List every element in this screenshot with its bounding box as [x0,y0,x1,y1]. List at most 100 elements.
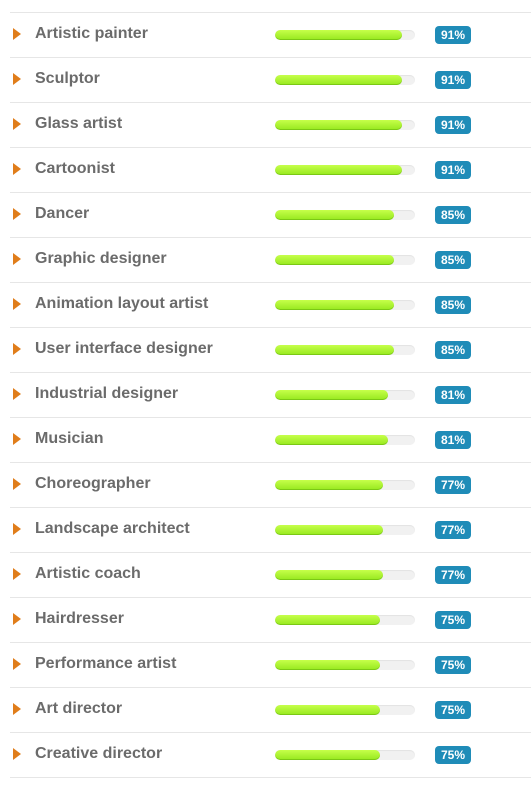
expand-arrow-icon[interactable] [13,703,21,715]
career-label[interactable]: User interface designer [35,340,213,358]
list-item[interactable]: Artistic painter 91% [10,13,531,58]
career-label[interactable]: Art director [35,700,122,718]
list-item[interactable]: Art director 75% [10,688,531,733]
expand-arrow-icon[interactable] [13,478,21,490]
match-progress-bar [275,165,415,175]
expand-arrow-icon[interactable] [13,388,21,400]
career-label[interactable]: Artistic coach [35,565,141,583]
match-progress-bar [275,705,415,715]
match-progress-bar [275,435,415,445]
expand-arrow-icon[interactable] [13,73,21,85]
percent-badge: 77% [435,476,472,494]
list-item[interactable]: Musician 81% [10,418,531,463]
match-progress-bar [275,480,415,490]
percent-badge: 77% [435,521,472,539]
match-progress-fill [275,570,383,580]
match-progress-fill [275,165,403,175]
match-progress-fill [275,480,383,490]
match-progress-bar [275,615,415,625]
list-item[interactable]: Artistic coach 77% [10,553,531,598]
expand-arrow-icon[interactable] [13,433,21,445]
percent-badge: 75% [435,701,472,719]
career-label[interactable]: Glass artist [35,115,122,133]
list-item[interactable]: User interface designer 85% [10,328,531,373]
list-item[interactable]: Glass artist 91% [10,103,531,148]
match-progress-fill [275,390,389,400]
match-progress-bar [275,255,415,265]
expand-arrow-icon[interactable] [13,613,21,625]
list-item[interactable]: Sculptor 91% [10,58,531,103]
percent-badge: 91% [435,116,472,134]
match-progress-bar [275,75,415,85]
career-label[interactable]: Hairdresser [35,610,124,628]
list-item[interactable]: Choreographer 77% [10,463,531,508]
expand-arrow-icon[interactable] [13,253,21,265]
match-progress-bar [275,750,415,760]
percent-badge: 85% [435,296,472,314]
match-progress-bar [275,30,415,40]
list-item[interactable]: Performance artist 75% [10,643,531,688]
expand-arrow-icon[interactable] [13,118,21,130]
percent-badge: 75% [435,611,472,629]
list-item[interactable]: Animation layout artist 85% [10,283,531,328]
expand-arrow-icon[interactable] [13,568,21,580]
match-progress-bar [275,120,415,130]
career-label[interactable]: Dancer [35,205,89,223]
percent-badge: 77% [435,566,472,584]
list-item[interactable]: Hairdresser 75% [10,598,531,643]
percent-badge: 91% [435,71,472,89]
career-label[interactable]: Sculptor [35,70,100,88]
match-progress-fill [275,435,389,445]
match-progress-fill [275,705,380,715]
expand-arrow-icon[interactable] [13,208,21,220]
match-progress-fill [275,660,380,670]
match-progress-fill [275,30,403,40]
career-label[interactable]: Musician [35,430,103,448]
expand-arrow-icon[interactable] [13,298,21,310]
career-label[interactable]: Choreographer [35,475,151,493]
percent-badge: 75% [435,656,472,674]
career-label[interactable]: Creative director [35,745,162,763]
match-progress-bar [275,345,415,355]
match-progress-fill [275,120,403,130]
match-progress-fill [275,210,394,220]
percent-badge: 91% [435,161,472,179]
match-progress-fill [275,75,403,85]
percent-badge: 81% [435,431,472,449]
list-item[interactable]: Cartoonist 91% [10,148,531,193]
match-progress-fill [275,345,394,355]
list-item[interactable]: Creative director 75% [10,733,531,778]
list-item[interactable]: Industrial designer 81% [10,373,531,418]
career-label[interactable]: Graphic designer [35,250,167,268]
match-progress-fill [275,615,380,625]
expand-arrow-icon[interactable] [13,523,21,535]
match-progress-bar [275,525,415,535]
percent-badge: 85% [435,206,472,224]
list-item[interactable]: Graphic designer 85% [10,238,531,283]
list-item[interactable]: Dancer 85% [10,193,531,238]
match-progress-fill [275,750,380,760]
career-label[interactable]: Landscape architect [35,520,190,538]
match-progress-fill [275,300,394,310]
career-match-list: Artistic painter 91% Sculptor 91% Glass arti… [10,12,531,778]
career-label[interactable]: Performance artist [35,655,176,673]
expand-arrow-icon[interactable] [13,28,21,40]
match-progress-bar [275,300,415,310]
career-label[interactable]: Artistic painter [35,25,148,43]
career-label[interactable]: Cartoonist [35,160,115,178]
percent-badge: 75% [435,746,472,764]
list-item[interactable]: Landscape architect 77% [10,508,531,553]
expand-arrow-icon[interactable] [13,343,21,355]
percent-badge: 91% [435,26,472,44]
match-progress-bar [275,390,415,400]
expand-arrow-icon[interactable] [13,658,21,670]
percent-badge: 81% [435,386,472,404]
percent-badge: 85% [435,341,472,359]
career-label[interactable]: Industrial designer [35,385,178,403]
match-progress-fill [275,255,394,265]
expand-arrow-icon[interactable] [13,748,21,760]
match-progress-bar [275,660,415,670]
expand-arrow-icon[interactable] [13,163,21,175]
match-progress-fill [275,525,383,535]
career-label[interactable]: Animation layout artist [35,295,208,313]
